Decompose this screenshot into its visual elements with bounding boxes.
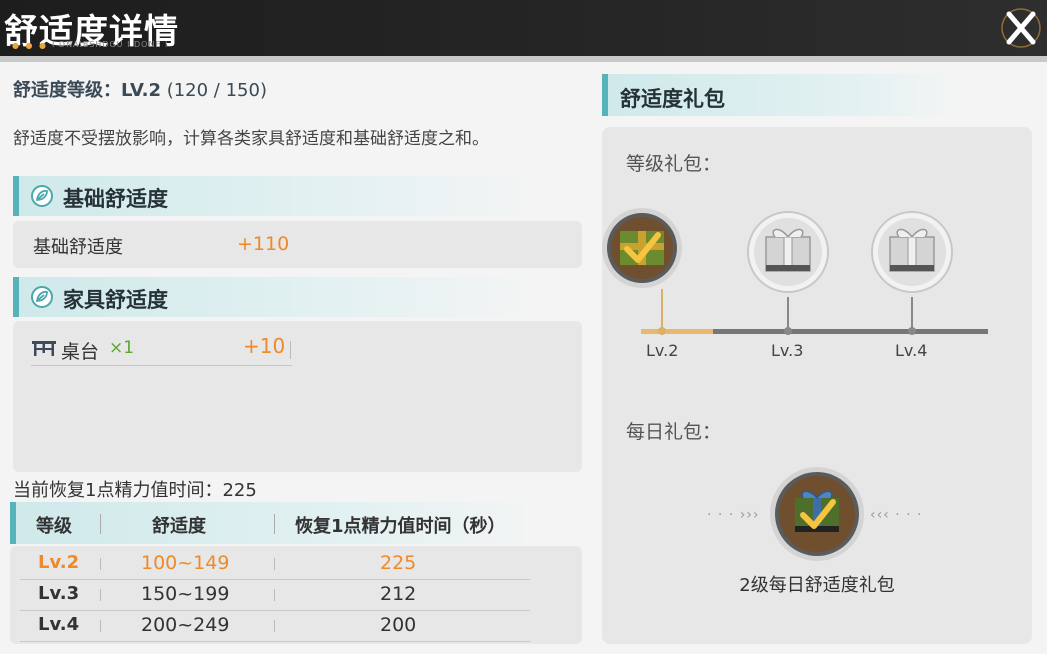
comfort-level-label: 舒适度等级： bbox=[13, 80, 121, 101]
furniture-item: 桌台 ×1 +10 bbox=[31, 334, 292, 366]
daily-gift-name: 2级每日舒适度礼包 bbox=[739, 575, 895, 596]
column-divider bbox=[274, 514, 275, 534]
row-level: Lv.2 bbox=[38, 552, 80, 573]
arrow-left-icon: ‹‹‹ · · · bbox=[870, 507, 923, 523]
gift-box-claimed-icon bbox=[602, 208, 682, 335]
base-comfort-box: 基础舒适度 +110 bbox=[13, 221, 582, 268]
row-divider bbox=[100, 589, 101, 601]
section-accent-bar bbox=[13, 277, 19, 317]
row-divider bbox=[274, 558, 275, 570]
row-comfort-range: 150~199 bbox=[141, 583, 230, 605]
leaf-icon bbox=[31, 286, 53, 308]
row-comfort-range: 200~249 bbox=[141, 614, 230, 636]
gift-panel-header: 舒适度礼包 bbox=[602, 74, 958, 116]
recovery-time-line: 当前恢复1点精力值时间：225 bbox=[13, 476, 257, 502]
column-header-time: 恢复1点精力值时间（秒） bbox=[295, 516, 506, 537]
row-time: 200 bbox=[380, 614, 417, 636]
row-comfort-range: 100~149 bbox=[141, 552, 230, 574]
comfort-level-line: 舒适度等级：LV.2 (120 / 150) bbox=[13, 76, 267, 102]
row-time: 212 bbox=[380, 583, 417, 605]
furniture-item-value: +10 bbox=[243, 334, 286, 358]
section-accent-bar bbox=[10, 502, 16, 544]
furniture-comfort-header: 家具舒适度 bbox=[13, 277, 540, 317]
row-level: Lv.3 bbox=[38, 583, 80, 604]
close-icon bbox=[1001, 8, 1041, 48]
table-icon bbox=[32, 341, 56, 356]
arrow-right-icon: · · · ››› bbox=[707, 507, 760, 523]
row-divider bbox=[100, 558, 101, 570]
level-gifts-label: 等级礼包： bbox=[626, 153, 722, 175]
level-gift-lv3[interactable] bbox=[739, 207, 839, 337]
furniture-comfort-box: 桌台 ×1 +10 bbox=[13, 321, 582, 472]
tick-label-lv2: Lv.2 bbox=[646, 341, 679, 360]
gift-box-locked-icon bbox=[747, 211, 829, 335]
close-button[interactable] bbox=[1001, 6, 1041, 50]
furniture-comfort-title: 家具舒适度 bbox=[63, 288, 168, 312]
recovery-table-header: 等级 舒适度 恢复1点精力值时间（秒） bbox=[10, 502, 538, 544]
furniture-item-name: 桌台 bbox=[61, 341, 100, 363]
daily-gift[interactable] bbox=[769, 466, 865, 562]
row-divider bbox=[100, 620, 101, 632]
row-level: Lv.4 bbox=[38, 614, 80, 635]
leaf-icon bbox=[31, 185, 53, 207]
tick-label-lv3: Lv.3 bbox=[771, 341, 804, 360]
table-row: Lv.2 100~149 225 bbox=[20, 549, 530, 580]
base-comfort-title: 基础舒适度 bbox=[63, 187, 168, 211]
section-accent-bar bbox=[13, 176, 19, 216]
decorative-dots: ● ● ● bbox=[12, 41, 49, 50]
table-row: Lv.3 150~199 212 bbox=[20, 580, 530, 611]
gift-panel-title: 舒适度礼包 bbox=[620, 87, 725, 111]
title-bar: 舒适度详情 ● ● ● I DNAIBSHDGU I DONE I bbox=[0, 0, 1047, 62]
recovery-time-value: 225 bbox=[222, 480, 257, 501]
base-comfort-header: 基础舒适度 bbox=[13, 176, 540, 216]
column-header-comfort: 舒适度 bbox=[152, 516, 206, 537]
tick-label-lv4: Lv.4 bbox=[895, 341, 928, 360]
gift-box-locked-icon bbox=[871, 211, 953, 335]
recovery-table-body: Lv.2 100~149 225 Lv.3 150~199 212 Lv.4 2… bbox=[10, 546, 582, 644]
table-row: Lv.4 200~249 200 bbox=[20, 611, 530, 642]
base-comfort-row-label: 基础舒适度 bbox=[33, 237, 123, 258]
gift-panel: 等级礼包： Lv.2 Lv.3 Lv.4 每日礼包： · · · ››› ‹‹‹… bbox=[602, 127, 1032, 644]
column-divider bbox=[100, 514, 101, 534]
column-header-level: 等级 bbox=[36, 516, 72, 537]
section-accent-bar bbox=[602, 74, 608, 116]
comfort-description: 舒适度不受摆放影响，计算各类家具舒适度和基础舒适度之和。 bbox=[13, 129, 489, 149]
daily-gift-label: 每日礼包： bbox=[626, 421, 722, 443]
row-divider bbox=[274, 620, 275, 632]
level-gift-lv4[interactable] bbox=[863, 207, 963, 337]
comfort-level-value: LV.2 bbox=[121, 80, 161, 101]
value-divider bbox=[290, 341, 291, 359]
comfort-progress-text: (120 / 150) bbox=[166, 80, 267, 101]
row-divider bbox=[274, 589, 275, 601]
row-time: 225 bbox=[380, 552, 417, 574]
level-gift-lv2[interactable] bbox=[602, 207, 712, 337]
recovery-time-label: 当前恢复1点精力值时间： bbox=[13, 480, 223, 501]
base-comfort-row-value: +110 bbox=[237, 233, 290, 255]
decorative-subtitle: I DNAIBSHDGU I DONE I bbox=[52, 40, 169, 49]
furniture-item-count: ×1 bbox=[109, 338, 135, 358]
gift-box-claimed-icon bbox=[770, 467, 864, 561]
